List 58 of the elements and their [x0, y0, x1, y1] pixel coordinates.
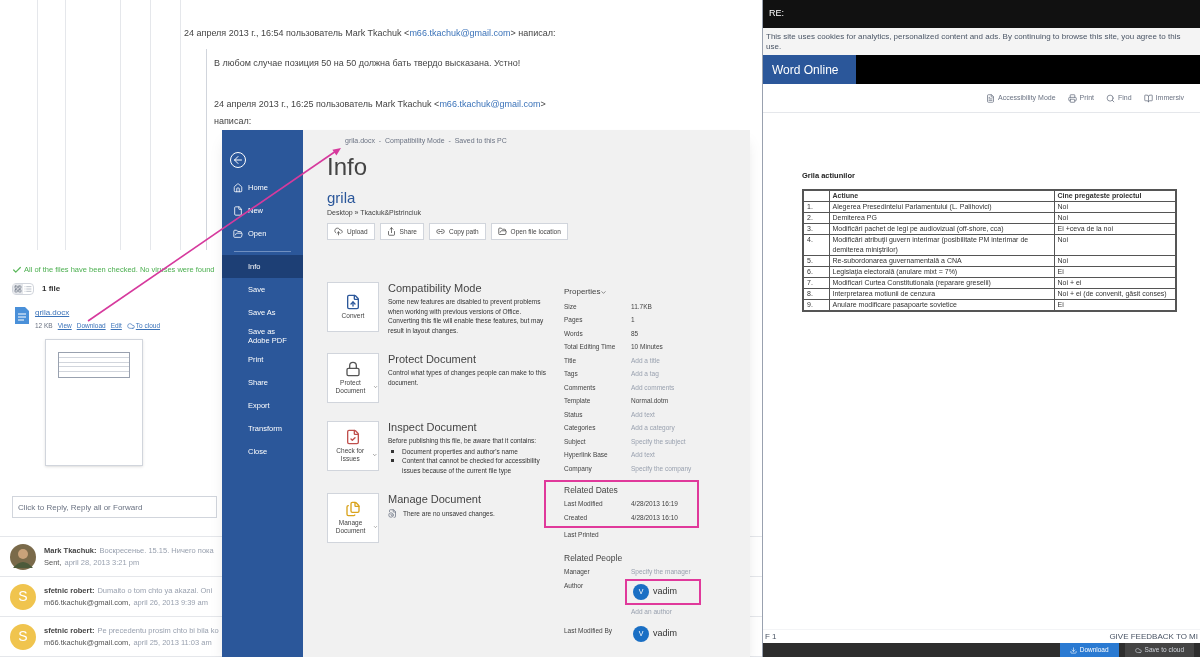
person-name[interactable]: vadim — [653, 585, 677, 599]
folder-icon — [233, 228, 243, 239]
avatar: S — [10, 583, 36, 610]
caret-icon — [372, 452, 378, 458]
cloud-icon — [1134, 646, 1142, 654]
word-document-icon — [15, 307, 29, 325]
book-icon — [1143, 93, 1153, 103]
document-check-icon — [345, 429, 361, 445]
document-name: grila — [327, 188, 357, 207]
download-icon — [1069, 646, 1077, 654]
cloud-icon — [126, 322, 135, 331]
caret-icon — [373, 524, 378, 530]
check-icon — [12, 264, 22, 275]
link-icon — [435, 227, 445, 236]
section-title: Manage Document — [388, 493, 482, 506]
quoted-text: В любом случае позиция 50 на 50 должна бать твердо высказана. Устно! — [214, 56, 522, 70]
document-icon — [986, 93, 995, 103]
email-header: 24 апреля 2013 г., 16:25 пользователь Mark Tkachuk <m66.tkachuk@gmail.com> — [214, 98, 547, 111]
printer-icon — [1067, 93, 1077, 103]
section-heading: Related Dates — [564, 483, 619, 497]
bullet-icon — [391, 459, 394, 462]
documents-icon — [345, 501, 361, 517]
document-thumbnail[interactable] — [45, 339, 143, 466]
reply-field[interactable]: Click to Reply, Reply all or Forward — [12, 496, 217, 518]
document-icon — [388, 509, 397, 519]
caret-icon — [600, 288, 608, 296]
folder-icon — [497, 227, 507, 236]
share-icon — [386, 227, 396, 236]
feedback-link[interactable]: GIVE FEEDBACK TO MI — [1109, 630, 1198, 643]
file-link[interactable]: grila.docx — [35, 307, 161, 320]
email-header: написал: — [214, 114, 253, 128]
convert-icon — [345, 294, 361, 310]
page-indicator: F 1 — [765, 630, 777, 643]
bullet-icon — [391, 449, 394, 453]
home-icon — [233, 182, 243, 193]
lock-icon — [345, 361, 361, 377]
page-title: RE: — [769, 7, 784, 21]
properties-heading[interactable]: Properties — [564, 286, 724, 298]
email-link[interactable]: m66.tkachuk@gmail.com — [409, 28, 511, 38]
section-heading: Related People — [564, 551, 624, 565]
grid-view-icon[interactable] — [13, 284, 23, 295]
app-brand: Word Online — [763, 55, 856, 84]
email-link[interactable]: m66.tkachuk@gmail.com — [439, 99, 541, 109]
upload-icon — [334, 227, 343, 236]
section-title: Inspect Document — [388, 421, 478, 434]
page-heading: Info — [327, 152, 369, 181]
search-icon — [1106, 93, 1115, 103]
file-count: 1 file — [42, 283, 61, 296]
caret-icon — [372, 384, 378, 390]
section-title: Compatibility Mode — [388, 282, 483, 295]
new-document-icon — [233, 205, 243, 216]
cookie-notice: This site uses cookies for analytics, personalized content and ads. By continuing to browse this site, you agree to this use. — [766, 31, 1182, 52]
section-title: Protect Document — [388, 353, 478, 366]
person-name[interactable]: vadim — [653, 627, 677, 641]
email-header: 24 апреля 2013 г., 16:54 пользователь Mark Tkachuk <m66.tkachuk@gmail.com> написал: — [184, 27, 557, 40]
list-view-icon[interactable] — [23, 284, 33, 295]
avatar: S — [10, 623, 36, 650]
avatar — [10, 543, 36, 570]
